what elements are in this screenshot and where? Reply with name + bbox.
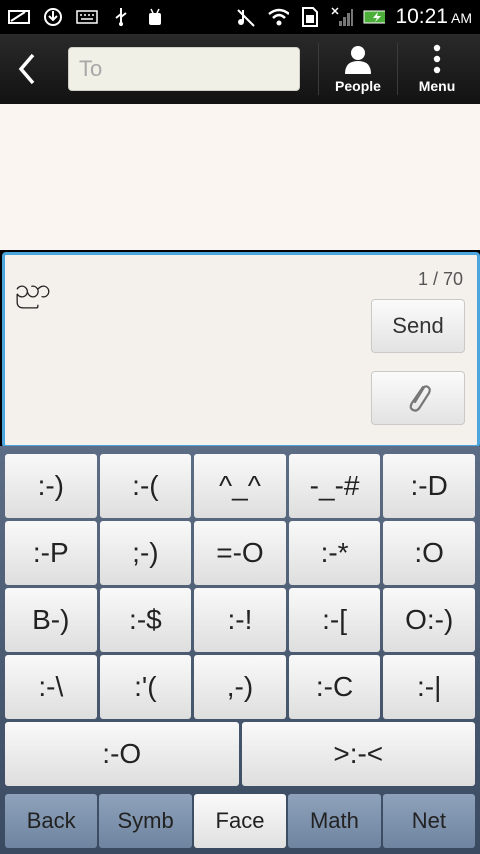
status-left-icons <box>0 8 166 26</box>
status-right-icons: 10:21 AM <box>235 5 480 29</box>
keyboard-row-1: :-) :-( ^_^ -_-# :-D <box>5 454 475 518</box>
people-label: People <box>335 78 381 94</box>
android-debug-icon <box>144 8 166 26</box>
message-composer[interactable]: ညာ 1 / 70 Send <box>2 252 480 448</box>
key[interactable]: :-$ <box>99 588 192 652</box>
keyboard-tabs: Back Symb Face Math Net <box>5 794 476 848</box>
tab-symb[interactable]: Symb <box>99 794 192 848</box>
sim-icon <box>299 7 321 27</box>
chevron-left-icon <box>18 53 35 85</box>
key[interactable]: :-P <box>5 521 97 585</box>
menu-button[interactable]: Menu <box>398 34 476 104</box>
key[interactable]: :-[ <box>288 588 381 652</box>
message-icon <box>8 8 30 26</box>
attach-button[interactable] <box>371 371 465 425</box>
key[interactable]: :-| <box>383 655 475 719</box>
time-ampm: AM <box>451 10 472 26</box>
key[interactable]: =-O <box>194 521 286 585</box>
people-button[interactable]: People <box>319 34 397 104</box>
character-counter: 1 / 70 <box>417 269 463 289</box>
emoticon-keyboard: :-) :-( ^_^ -_-# :-D :-P ;-) =-O :-* :O … <box>0 446 480 854</box>
compose-header: People Menu <box>0 34 480 104</box>
time-value: 10:21 <box>395 5 448 28</box>
key[interactable]: ,-) <box>194 655 286 719</box>
person-icon <box>345 46 371 74</box>
key[interactable]: :-C <box>288 655 381 719</box>
usb-icon <box>110 8 132 26</box>
tab-face[interactable]: Face <box>193 794 287 848</box>
key[interactable]: :'( <box>99 655 192 719</box>
key[interactable]: -_-# <box>288 454 381 518</box>
key[interactable]: :-* <box>288 521 381 585</box>
key[interactable]: B-) <box>5 588 97 652</box>
key[interactable]: :O <box>383 521 475 585</box>
overflow-menu-icon <box>433 44 441 74</box>
key[interactable]: ^_^ <box>194 454 286 518</box>
battery-charging-icon <box>363 8 386 26</box>
recipient-input[interactable] <box>68 47 300 91</box>
status-bar: 10:21 AM <box>0 0 480 34</box>
key[interactable]: :-D <box>383 454 475 518</box>
paperclip-icon <box>409 385 431 412</box>
keyboard-row-5: :-O >:-< <box>5 722 475 786</box>
key[interactable]: ;-) <box>99 521 192 585</box>
conversation-area <box>0 104 480 250</box>
wifi-icon <box>267 8 290 26</box>
menu-label: Menu <box>418 78 456 94</box>
tab-back[interactable]: Back <box>5 794 98 848</box>
keyboard-row-4: :-\ :'( ,-) :-C :-| <box>5 655 475 719</box>
key[interactable]: :-) <box>5 454 97 518</box>
key[interactable]: :-\ <box>5 655 97 719</box>
tab-net[interactable]: Net <box>382 794 476 848</box>
no-signal-icon <box>331 7 354 26</box>
message-text[interactable]: ညာ <box>15 271 51 310</box>
mute-icon <box>235 8 257 27</box>
keyboard-row-2: :-P ;-) =-O :-* :O <box>5 521 475 585</box>
key[interactable]: >:-< <box>241 722 475 786</box>
keyboard-icon <box>76 8 98 26</box>
send-button[interactable]: Send <box>371 299 465 353</box>
key[interactable]: :-( <box>99 454 192 518</box>
key[interactable]: O:-) <box>383 588 475 652</box>
back-button[interactable] <box>0 34 54 104</box>
key[interactable]: :-! <box>194 588 286 652</box>
keyboard-row-3: B-) :-$ :-! :-[ O:-) <box>5 588 475 652</box>
status-time: 10:21 AM <box>395 5 472 29</box>
key[interactable]: :-O <box>5 722 239 786</box>
download-icon <box>42 8 64 26</box>
tab-math[interactable]: Math <box>288 794 381 848</box>
